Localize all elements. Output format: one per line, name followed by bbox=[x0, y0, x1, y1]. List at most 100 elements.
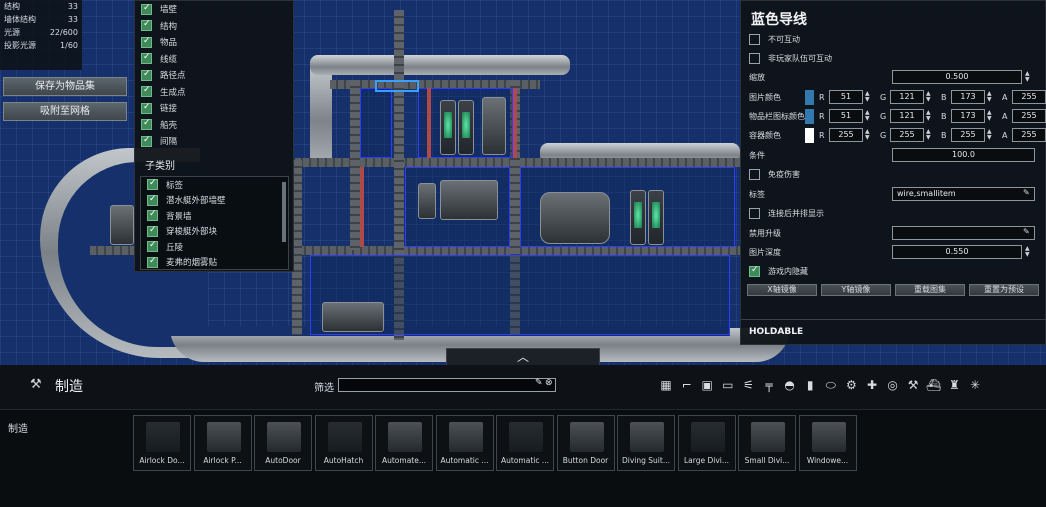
hidden-after-connect-checkbox[interactable] bbox=[749, 208, 760, 219]
layer-checkbox[interactable] bbox=[141, 85, 152, 98]
bottles-icon[interactable]: ▮ bbox=[802, 378, 818, 392]
subcategory-toggle-row[interactable]: 标签 bbox=[141, 177, 288, 193]
entity-item[interactable]: Airlock P... bbox=[193, 415, 252, 471]
team-interactable-checkbox[interactable] bbox=[749, 53, 760, 64]
scale-stepper[interactable]: ▲ ▼ bbox=[1025, 71, 1030, 83]
reset-to-prefab-button[interactable]: 重置为预设 bbox=[969, 284, 1039, 296]
condition-input[interactable]: 100.0 bbox=[892, 148, 1035, 162]
hidden-in-game-checkbox[interactable] bbox=[749, 265, 760, 277]
entity-item[interactable]: Large Divi... bbox=[677, 415, 736, 471]
filter-input[interactable] bbox=[338, 378, 556, 392]
color-channel-input[interactable]: 255 bbox=[1012, 109, 1046, 123]
sprite-depth-stepper[interactable]: ▲ ▼ bbox=[1025, 246, 1030, 258]
subcategory-toggle-row[interactable]: 潜水艇外部墙壁 bbox=[141, 193, 288, 209]
tags-input[interactable]: wire,smallitem bbox=[892, 187, 1035, 201]
color-channel-input[interactable]: 255 bbox=[1012, 90, 1046, 104]
wrench-icon[interactable]: ⚒ bbox=[905, 378, 921, 392]
edit-pencil-icon[interactable]: ✎ bbox=[535, 378, 543, 388]
clear-icon[interactable]: ⊗ bbox=[545, 378, 553, 388]
color-channel-stepper[interactable]: ▲ ▼ bbox=[987, 91, 992, 103]
color-channel-stepper[interactable]: ▲ ▼ bbox=[865, 110, 870, 122]
medical-icon[interactable]: ✚ bbox=[864, 378, 880, 392]
entity-item[interactable]: AutoDoor bbox=[254, 415, 312, 471]
layer-checkbox[interactable] bbox=[141, 102, 152, 114]
entity-item[interactable]: Small Divi... bbox=[738, 415, 796, 471]
color-channel-input[interactable]: 173 bbox=[951, 109, 985, 123]
entity-item[interactable]: Button Door bbox=[556, 415, 615, 471]
non-interactable-checkbox[interactable] bbox=[749, 34, 760, 45]
layer-toggle-row[interactable]: 生成点 bbox=[135, 84, 293, 101]
pill-icon[interactable]: ⬭ bbox=[823, 378, 839, 393]
snap-to-grid-button[interactable]: 吸附至网格 bbox=[3, 102, 127, 121]
layer-checkbox[interactable] bbox=[141, 52, 152, 65]
collapse-toggle[interactable]: ︿ bbox=[446, 348, 600, 366]
layer-toggle-row[interactable]: 物品 bbox=[135, 34, 293, 51]
subcategory-toggle-row[interactable]: 穿梭艇外部块 bbox=[141, 224, 288, 240]
entity-item[interactable]: Automatic ... bbox=[435, 415, 494, 471]
subcategory-checkbox[interactable] bbox=[147, 240, 158, 253]
color-swatch[interactable] bbox=[805, 109, 814, 124]
lamp-icon[interactable]: ♜ bbox=[946, 378, 962, 392]
subcategory-toggle-row[interactable]: 背景墙 bbox=[141, 208, 288, 224]
star-icon[interactable]: ✳ bbox=[967, 378, 983, 392]
color-channel-stepper[interactable]: ▲ ▼ bbox=[865, 91, 870, 103]
mirror-y-button[interactable]: Y轴镜像 bbox=[821, 284, 891, 296]
layer-toggle-row[interactable]: 线缆 bbox=[135, 51, 293, 68]
edit-pencil-icon[interactable]: ✎ bbox=[1023, 188, 1030, 197]
layer-checkbox[interactable] bbox=[141, 69, 152, 81]
color-channel-input[interactable]: 51 bbox=[829, 109, 863, 123]
subcategory-checkbox[interactable] bbox=[147, 209, 158, 222]
layer-checkbox[interactable] bbox=[141, 36, 152, 48]
entity-item[interactable]: Diving Suit... bbox=[617, 415, 675, 471]
mirror-x-button[interactable]: X轴镜像 bbox=[747, 284, 817, 296]
color-channel-input[interactable]: 255 bbox=[951, 128, 985, 142]
layer-toggle-row[interactable]: 墙壁 bbox=[135, 1, 293, 18]
helmet-icon[interactable]: ◓ bbox=[782, 378, 798, 392]
color-channel-stepper[interactable]: ▲ ▼ bbox=[865, 129, 870, 141]
gear-icon[interactable]: ⚙ bbox=[843, 378, 859, 392]
layer-toggle-row[interactable]: 路径点 bbox=[135, 67, 293, 84]
entity-item[interactable]: Automatic ... bbox=[496, 415, 554, 471]
hook-icon[interactable]: ⌐ bbox=[679, 378, 695, 392]
subcategory-checkbox[interactable] bbox=[147, 178, 158, 191]
color-swatch[interactable] bbox=[805, 90, 814, 105]
subcategory-checkbox[interactable] bbox=[147, 225, 158, 237]
subcategory-toggle-row[interactable]: 麦弗的烟雾贴 bbox=[141, 255, 288, 271]
computer-icon[interactable]: ▭ bbox=[720, 378, 736, 392]
gun-icon[interactable]: ╤ bbox=[761, 378, 777, 392]
color-swatch[interactable] bbox=[805, 128, 814, 143]
color-channel-input[interactable]: 255 bbox=[1012, 128, 1046, 142]
entity-item[interactable]: Automate... bbox=[375, 415, 433, 471]
entity-item[interactable]: Windowe... bbox=[798, 415, 857, 471]
color-channel-input[interactable]: 173 bbox=[951, 90, 985, 104]
subcategory-toggle-row[interactable]: 丘陵 bbox=[141, 239, 288, 255]
color-channel-input[interactable]: 121 bbox=[890, 109, 924, 123]
layer-checkbox[interactable] bbox=[141, 19, 152, 32]
layer-toggle-row[interactable]: 船壳 bbox=[135, 117, 293, 134]
layer-toggle-row[interactable]: 间隔 bbox=[135, 133, 293, 150]
layer-checkbox[interactable] bbox=[141, 118, 152, 131]
invulnerable-checkbox[interactable] bbox=[749, 169, 760, 180]
entity-item[interactable]: Airlock Do... bbox=[133, 415, 191, 471]
color-channel-stepper[interactable]: ▲ ▼ bbox=[987, 110, 992, 122]
color-channel-stepper[interactable]: ▲ ▼ bbox=[987, 129, 992, 141]
scale-input[interactable]: 0.500 bbox=[892, 70, 1022, 84]
color-channel-stepper[interactable]: ▲ ▼ bbox=[926, 110, 931, 122]
subcategory-checkbox[interactable] bbox=[147, 256, 158, 268]
color-channel-input[interactable]: 255 bbox=[890, 128, 924, 142]
sprite-depth-input[interactable]: 0.550 bbox=[892, 245, 1022, 259]
target-icon[interactable]: ◎ bbox=[885, 378, 901, 392]
subcategory-checkbox[interactable] bbox=[147, 194, 158, 206]
entity-item[interactable]: AutoHatch bbox=[314, 415, 373, 471]
subcategory-scrollbar[interactable] bbox=[282, 182, 286, 242]
layer-checkbox[interactable] bbox=[141, 135, 152, 147]
reload-sprite-button[interactable]: 重载图集 bbox=[895, 284, 965, 296]
color-channel-input[interactable]: 255 bbox=[829, 128, 863, 142]
color-channel-stepper[interactable]: ▲ ▼ bbox=[926, 129, 931, 141]
edit-pencil-icon[interactable]: ✎ bbox=[1023, 227, 1030, 236]
grid-icon[interactable]: ▦ bbox=[658, 378, 674, 392]
upgrades-input[interactable] bbox=[892, 226, 1035, 240]
tool-icon[interactable]: ⚟ bbox=[740, 378, 756, 392]
submarine-icon[interactable]: ⛴ bbox=[926, 378, 942, 392]
layer-toggle-row[interactable]: 结构 bbox=[135, 18, 293, 35]
